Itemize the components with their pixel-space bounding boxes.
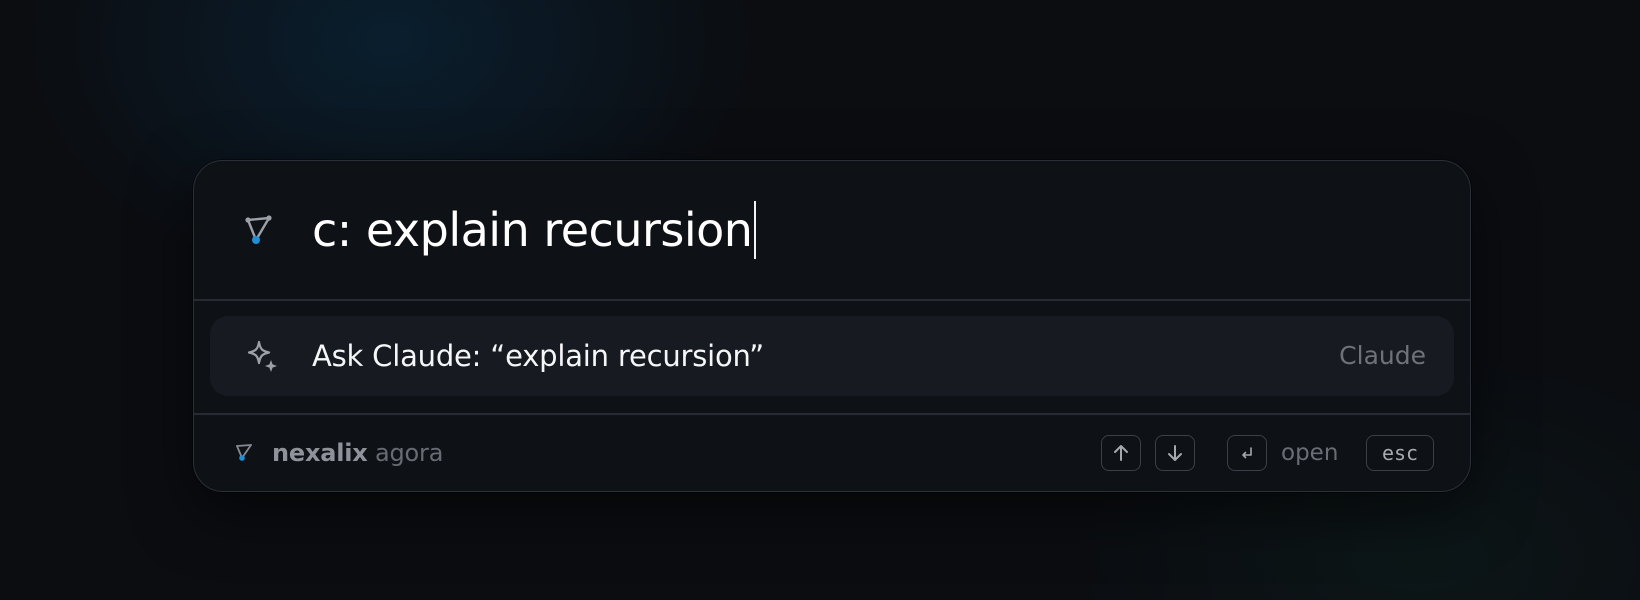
footer-bar: nexalix agora open esc xyxy=(194,414,1470,491)
enter-icon xyxy=(1242,447,1252,459)
search-query-text: c: explain recursion xyxy=(312,203,753,257)
sparkle-icon xyxy=(247,340,277,372)
brand: nexalix agora xyxy=(272,414,444,491)
result-label: Ask Claude: “explain recursion” xyxy=(312,339,764,373)
text-caret xyxy=(754,201,757,259)
result-source: Claude xyxy=(1339,341,1426,370)
key-esc[interactable]: esc xyxy=(1366,435,1434,471)
divider xyxy=(194,299,1470,301)
brand-name: nexalix xyxy=(272,439,368,467)
arrow-down-icon xyxy=(1168,445,1182,461)
key-up[interactable] xyxy=(1101,435,1141,471)
search-row[interactable]: c: explain recursion xyxy=(194,161,1470,299)
arrow-up-icon xyxy=(1114,445,1128,461)
command-palette: c: explain recursion Ask Claude: “explai… xyxy=(193,160,1471,492)
open-hint: open xyxy=(1281,440,1339,466)
key-down[interactable] xyxy=(1155,435,1195,471)
result-item-ask-claude[interactable]: Ask Claude: “explain recursion” Claude xyxy=(210,316,1454,396)
brand-subtitle: agora xyxy=(375,439,444,467)
key-enter[interactable] xyxy=(1227,435,1267,471)
triangle-nodes-icon xyxy=(245,215,272,244)
search-input[interactable]: c: explain recursion xyxy=(312,201,757,259)
triangle-nodes-icon xyxy=(236,444,252,461)
